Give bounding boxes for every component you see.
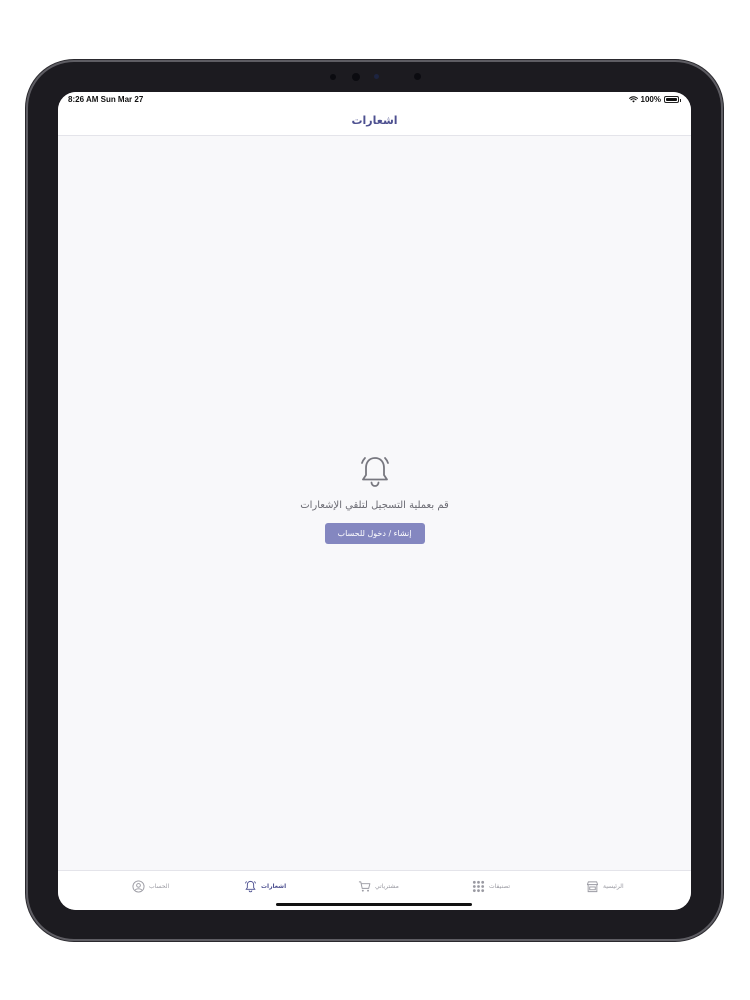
tab-categories[interactable]: تصنيفات: [472, 880, 510, 893]
home-indicator[interactable]: [276, 903, 472, 906]
status-time: 8:26 AM Sun Mar 27: [68, 95, 144, 104]
tab-account[interactable]: الحساب: [132, 880, 169, 893]
cart-icon: [358, 881, 371, 892]
tab-label: اشعارات: [261, 883, 287, 890]
status-indicators: 100%: [628, 95, 681, 104]
grid-icon: [472, 880, 485, 893]
sensor-dot: [352, 73, 360, 81]
screen: 8:26 AM Sun Mar 27 100% اشعارات قم بعملي…: [58, 92, 691, 910]
page-title: اشعارات: [351, 114, 398, 127]
empty-state-message: قم بعملية التسجيل لتلقي الإشعارات: [300, 500, 449, 511]
tab-label: الحساب: [149, 883, 170, 890]
bell-icon: [360, 457, 389, 487]
sensor-dot: [414, 73, 421, 80]
battery-icon: [664, 96, 681, 103]
tab-bar: الحساب اشعارات مشترياتي تصنيفات الرئيسية: [58, 870, 691, 910]
login-register-button[interactable]: إنشاء / دخول للحساب: [324, 523, 425, 544]
sensor-dot: [330, 74, 336, 80]
battery-percent: 100%: [640, 95, 661, 104]
camera-lens: [374, 74, 379, 79]
tab-home[interactable]: الرئيسية: [586, 880, 624, 893]
bell-icon: [245, 880, 256, 893]
empty-state: قم بعملية التسجيل لتلقي الإشعارات إنشاء …: [58, 454, 691, 544]
tab-label: تصنيفات: [489, 883, 511, 890]
status-bar: 8:26 AM Sun Mar 27 100%: [58, 92, 691, 106]
wifi-icon: [628, 96, 638, 103]
tab-label: الرئيسية: [603, 883, 624, 890]
tab-cart[interactable]: مشترياتي: [358, 880, 399, 893]
tab-label: مشترياتي: [375, 883, 399, 890]
account-icon: [132, 880, 145, 893]
store-icon: [586, 881, 599, 893]
nav-bar: اشعارات: [58, 106, 691, 136]
tab-notifications[interactable]: اشعارات: [244, 880, 286, 893]
